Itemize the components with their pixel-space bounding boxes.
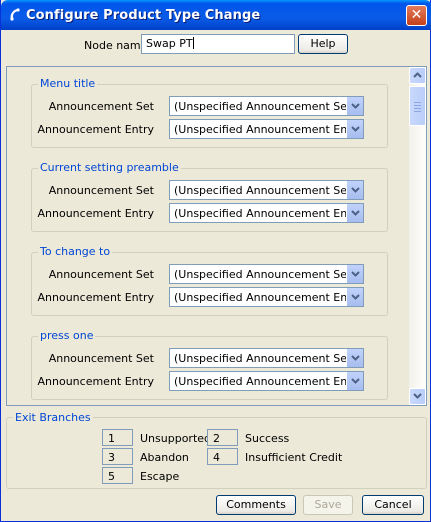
announcement-entry-select[interactable]: (Unspecified Announcement Entry) [169, 203, 364, 223]
announcement-entry-select[interactable]: (Unspecified Announcement Entry) [169, 287, 364, 307]
scroll-thumb[interactable] [409, 86, 426, 126]
announcement-entry-label: Announcement Entry [37, 207, 155, 220]
close-icon: ✕ [410, 7, 423, 23]
branch-number-box: 3 [102, 448, 133, 465]
window-title: Configure Product Type Change [26, 8, 261, 23]
chevron-down-icon [351, 294, 360, 300]
announcement-set-select[interactable]: (Unspecified Announcement Set) [169, 96, 364, 116]
button-bar: Comments Save Cancel [1, 492, 431, 522]
help-button[interactable]: Help [298, 34, 348, 54]
exit-branches-panel: Exit Branches 1 Unsupported 2 Success 3 … [6, 411, 427, 489]
save-button[interactable]: Save [303, 495, 353, 515]
title-bar[interactable]: Configure Product Type Change ✕ [1, 0, 431, 30]
select-value: (Unspecified Announcement Entry) [174, 123, 364, 136]
branch-label: Unsupported [140, 432, 212, 445]
group-to-change-to: To change to Announcement Set (Unspecifi… [31, 245, 388, 316]
dropdown-arrow[interactable] [346, 181, 363, 199]
close-button[interactable]: ✕ [406, 5, 427, 26]
branch-label: Success [245, 432, 290, 445]
select-value: (Unspecified Announcement Set) [174, 352, 356, 365]
branch-number-box: 5 [102, 467, 133, 484]
announcements-content: Menu title Announcement Set (Unspecified… [7, 67, 409, 405]
dropdown-arrow[interactable] [346, 372, 363, 390]
group-title: press one [38, 329, 96, 342]
announcement-set-label: Announcement Set [48, 268, 154, 281]
select-value: (Unspecified Announcement Set) [174, 268, 356, 281]
announcement-entry-select[interactable]: (Unspecified Announcement Entry) [169, 119, 364, 139]
branch-number-box: 4 [207, 448, 238, 465]
grip-line [414, 111, 421, 112]
select-value: (Unspecified Announcement Entry) [174, 375, 364, 388]
scroll-up-button[interactable] [409, 67, 426, 84]
dropdown-arrow[interactable] [346, 265, 363, 283]
announcement-set-label: Announcement Set [48, 184, 154, 197]
announcement-entry-label: Announcement Entry [37, 291, 155, 304]
announcement-entry-select[interactable]: (Unspecified Announcement Entry) [169, 371, 364, 391]
vertical-scrollbar[interactable] [409, 67, 426, 405]
cancel-button[interactable]: Cancel [362, 495, 424, 515]
select-value: (Unspecified Announcement Entry) [174, 291, 364, 304]
chevron-down-icon [351, 126, 360, 132]
node-name-row: Node name Swap PT Help [1, 30, 431, 60]
branch-label: Escape [140, 470, 180, 483]
announcement-entry-label: Announcement Entry [37, 123, 155, 136]
configure-dialog: Configure Product Type Change ✕ Node nam… [0, 0, 431, 522]
phone-handset-icon [7, 7, 23, 23]
grip-line [414, 102, 421, 103]
dropdown-arrow[interactable] [346, 120, 363, 138]
text-cursor [192, 37, 194, 49]
comments-button[interactable]: Comments [216, 495, 296, 515]
chevron-down-icon [351, 103, 360, 109]
group-current-setting-preamble: Current setting preamble Announcement Se… [31, 161, 388, 232]
dropdown-arrow[interactable] [346, 97, 363, 115]
chevron-down-icon [351, 187, 360, 193]
grip-line [414, 105, 421, 106]
dropdown-arrow[interactable] [346, 288, 363, 306]
group-title: Menu title [38, 77, 98, 90]
group-press-one: press one Announcement Set (Unspecified … [31, 329, 388, 400]
branch-label: Insufficient Credit [245, 451, 343, 464]
dropdown-arrow[interactable] [346, 349, 363, 367]
group-menu-title: Menu title Announcement Set (Unspecified… [31, 77, 388, 148]
chevron-up-icon [413, 72, 422, 78]
announcement-set-select[interactable]: (Unspecified Announcement Set) [169, 348, 364, 368]
node-name-label: Node name [84, 39, 148, 52]
branch-number-box: 1 [102, 429, 133, 446]
chevron-down-icon [351, 378, 360, 384]
branch-number-box: 2 [207, 429, 238, 446]
chevron-down-icon [351, 271, 360, 277]
select-value: (Unspecified Announcement Set) [174, 100, 356, 113]
chevron-down-icon [351, 210, 360, 216]
node-name-value: Swap PT [146, 37, 193, 50]
dropdown-arrow[interactable] [346, 204, 363, 222]
exit-branches-title: Exit Branches [13, 411, 93, 424]
chevron-down-icon [413, 393, 422, 399]
announcement-set-label: Announcement Set [48, 100, 154, 113]
announcement-set-select[interactable]: (Unspecified Announcement Set) [169, 264, 364, 284]
group-title: Current setting preamble [38, 161, 181, 174]
announcement-entry-label: Announcement Entry [37, 375, 155, 388]
select-value: (Unspecified Announcement Entry) [174, 207, 364, 220]
group-title: To change to [38, 245, 113, 258]
announcement-set-label: Announcement Set [48, 352, 154, 365]
node-name-input[interactable]: Swap PT [141, 34, 295, 54]
select-value: (Unspecified Announcement Set) [174, 184, 356, 197]
grip-line [414, 108, 421, 109]
announcements-scroll-pane[interactable]: Menu title Announcement Set (Unspecified… [6, 66, 427, 406]
scroll-down-button[interactable] [409, 388, 426, 405]
branch-label: Abandon [140, 451, 189, 464]
chevron-down-icon [351, 355, 360, 361]
announcement-set-select[interactable]: (Unspecified Announcement Set) [169, 180, 364, 200]
